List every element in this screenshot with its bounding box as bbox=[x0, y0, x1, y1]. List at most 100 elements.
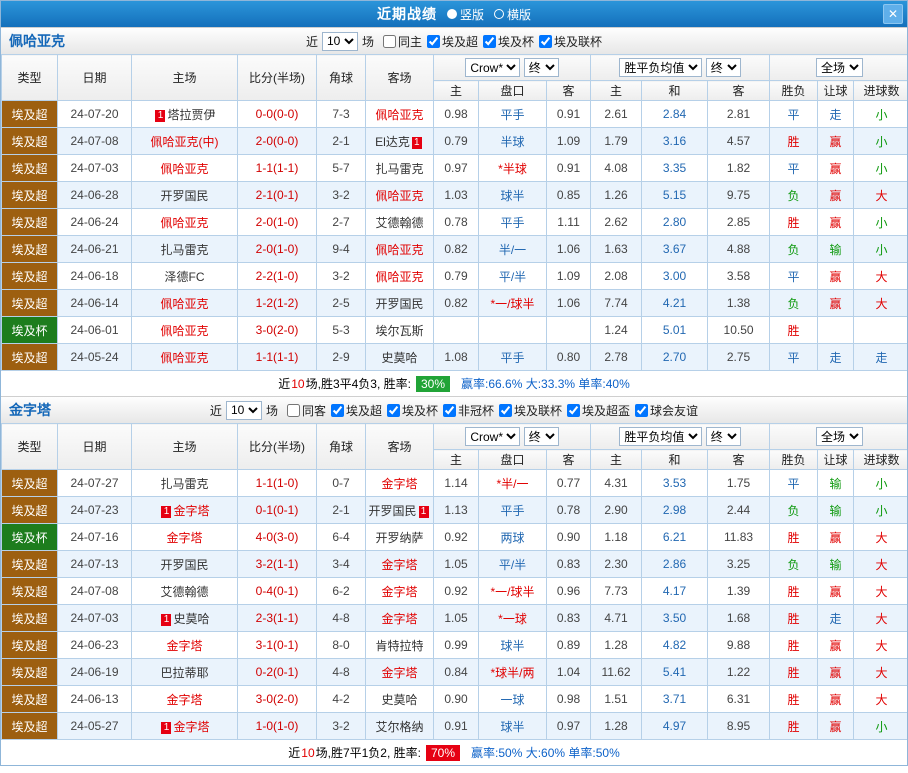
europe-mean-select[interactable]: 胜平负均值 bbox=[619, 58, 703, 77]
goals-result-cell: 小 bbox=[853, 235, 907, 263]
away-team-cell: 金字塔 bbox=[365, 577, 434, 605]
europe-home-odds: 2.62 bbox=[590, 208, 643, 236]
asian-line: 平手 bbox=[478, 100, 547, 128]
europe-home-odds: 1.24 bbox=[590, 316, 643, 344]
checkbox-input[interactable] bbox=[286, 403, 300, 417]
date-cell: 24-06-18 bbox=[57, 262, 132, 290]
europe-draw-odds: 3.50 bbox=[641, 604, 709, 632]
filter-checkbox-埃及超[interactable]: 埃及超 bbox=[427, 33, 478, 50]
checkbox-input[interactable] bbox=[386, 403, 400, 417]
odds-stage-select[interactable]: 终 bbox=[523, 58, 559, 77]
sub-col-header: 进球数 bbox=[853, 449, 907, 470]
odds-company-select[interactable]: Crow* bbox=[465, 427, 521, 446]
away-team-cell: 埃尔瓦斯 bbox=[365, 316, 434, 344]
corners-cell: 5-3 bbox=[316, 316, 366, 344]
match-row: 埃及超 24-06-18 泽德FC 2-2(1-0) 3-2 佩哈亚克 0.79 平/半 1.0… bbox=[1, 262, 907, 290]
away-team-cell: 开罗国民 1 bbox=[365, 496, 434, 524]
rounds-select[interactable]: 10 bbox=[225, 400, 262, 420]
checkbox-input[interactable] bbox=[330, 403, 344, 417]
filter-checkbox-埃及杯[interactable]: 埃及杯 bbox=[386, 402, 438, 419]
odds-stage-select[interactable]: 终 bbox=[523, 427, 559, 446]
team-name: 金字塔 bbox=[9, 402, 51, 418]
europe-home-odds: 1.63 bbox=[590, 235, 643, 263]
europe-draw-odds: 2.84 bbox=[641, 100, 709, 128]
date-cell: 24-06-23 bbox=[57, 631, 132, 659]
league-cell: 埃及超 bbox=[1, 469, 58, 497]
handicap-result-cell: 输 bbox=[817, 496, 855, 524]
checkbox-input[interactable] bbox=[382, 34, 396, 48]
checkbox-input[interactable] bbox=[539, 34, 553, 48]
sub-col-header: 进球数 bbox=[853, 80, 907, 101]
league-cell: 埃及超 bbox=[1, 577, 58, 605]
filter-checkbox-埃及超盃[interactable]: 埃及超盃 bbox=[567, 402, 630, 419]
asian-line: 平手 bbox=[478, 208, 547, 236]
asian-line: 一球 bbox=[478, 685, 547, 713]
layout-radio-label: 竖版 bbox=[459, 7, 484, 22]
league-cell: 埃及超 bbox=[1, 181, 58, 209]
europe-away-odds: 11.83 bbox=[707, 523, 771, 551]
match-row: 埃及超 24-07-03 1 史莫哈 2-3(1-1) 4-8 金字塔 1.05 *一球 0.83… bbox=[1, 604, 907, 632]
home-team-cell: 金字塔 bbox=[131, 631, 238, 659]
win-rate-badge: 30% bbox=[415, 375, 450, 392]
europe-away-odds: 1.38 bbox=[707, 289, 771, 317]
asian-away-odds: 1.06 bbox=[545, 289, 592, 317]
layout-radio-横版[interactable]: 横版 bbox=[494, 6, 531, 23]
checkbox-input[interactable] bbox=[443, 403, 456, 417]
asian-away-odds: 1.09 bbox=[545, 127, 592, 155]
score-cell: 1-1(1-1) bbox=[237, 343, 317, 371]
europe-home-odds: 2.08 bbox=[590, 262, 643, 290]
league-cell: 埃及超 bbox=[1, 685, 58, 713]
layout-radio-竖版[interactable]: 竖版 bbox=[446, 6, 484, 23]
filter-checkbox-埃及联杯[interactable]: 埃及联杯 bbox=[499, 402, 562, 419]
odds-company-select[interactable]: Crow* bbox=[465, 58, 521, 77]
asian-line bbox=[478, 316, 547, 344]
europe-draw-odds: 4.82 bbox=[641, 631, 709, 659]
checkbox-input[interactable] bbox=[499, 403, 513, 417]
europe-home-odds: 2.78 bbox=[590, 343, 643, 371]
asian-home-odds: 0.79 bbox=[433, 127, 479, 155]
asian-away-odds: 0.83 bbox=[545, 604, 592, 632]
handicap-result-cell: 赢 bbox=[817, 658, 855, 686]
checkbox-input[interactable] bbox=[635, 403, 649, 417]
close-button[interactable]: ✕ bbox=[883, 4, 903, 24]
europe-mean-select[interactable]: 胜平负均值 bbox=[619, 427, 703, 446]
league-cell: 埃及超 bbox=[1, 550, 58, 578]
home-team-cell: 泽德FC bbox=[131, 262, 238, 290]
team-name-text: 塔拉贾伊 bbox=[167, 107, 216, 122]
filter-checkbox-非冠杯[interactable]: 非冠杯 bbox=[443, 402, 494, 419]
scope-select[interactable]: 全场 bbox=[816, 427, 864, 446]
filter-checkbox-同主[interactable]: 同主 bbox=[382, 33, 422, 50]
europe-away-odds: 1.82 bbox=[707, 154, 771, 182]
near-label: 近 bbox=[209, 403, 222, 418]
goals-result-cell bbox=[853, 316, 907, 344]
filter-checkbox-同客[interactable]: 同客 bbox=[286, 402, 326, 419]
scope-select[interactable]: 全场 bbox=[816, 58, 864, 77]
home-team-cell: 1 塔拉贾伊 bbox=[131, 100, 238, 128]
away-team-cell: 金字塔 bbox=[365, 604, 434, 632]
asian-line: 平/半 bbox=[478, 550, 547, 578]
asian-line: 平手 bbox=[478, 343, 547, 371]
checkbox-input[interactable] bbox=[567, 403, 581, 417]
filter-bar: 近 10 场 同客 埃及超 埃及杯 非冠杯 埃及联杯 埃及超盃 球会友谊 bbox=[209, 400, 698, 420]
europe-home-odds: 1.28 bbox=[590, 631, 643, 659]
europe-draw-odds: 3.35 bbox=[641, 154, 709, 182]
filter-checkbox-埃及杯[interactable]: 埃及杯 bbox=[483, 33, 534, 50]
team-bar: 金字塔 近 10 场 同客 埃及超 埃及杯 非冠杯 埃及联杯 埃及超盃 球会友谊 bbox=[1, 396, 907, 423]
europe-stage-select[interactable]: 终 bbox=[705, 427, 741, 446]
asian-line: *一球 bbox=[478, 604, 547, 632]
asian-away-odds: 1.06 bbox=[545, 235, 592, 263]
rounds-select[interactable]: 10 bbox=[321, 31, 358, 51]
corners-cell: 6-2 bbox=[316, 577, 366, 605]
checkbox-input[interactable] bbox=[483, 34, 497, 48]
filter-checkbox-埃及超[interactable]: 埃及超 bbox=[330, 402, 382, 419]
filter-checkbox-埃及联杯[interactable]: 埃及联杯 bbox=[539, 33, 602, 50]
date-cell: 24-07-20 bbox=[57, 100, 132, 128]
home-team-cell: 扎马雷克 bbox=[131, 235, 238, 263]
red-card-badge: 1 bbox=[161, 505, 172, 518]
europe-stage-select[interactable]: 终 bbox=[705, 58, 741, 77]
checkbox-input[interactable] bbox=[427, 34, 440, 48]
team-name-text: 金字塔 bbox=[173, 503, 210, 518]
home-team-cell: 1 金字塔 bbox=[131, 496, 238, 524]
asian-line: *球半/两 bbox=[478, 658, 547, 686]
filter-checkbox-球会友谊[interactable]: 球会友谊 bbox=[635, 402, 698, 419]
